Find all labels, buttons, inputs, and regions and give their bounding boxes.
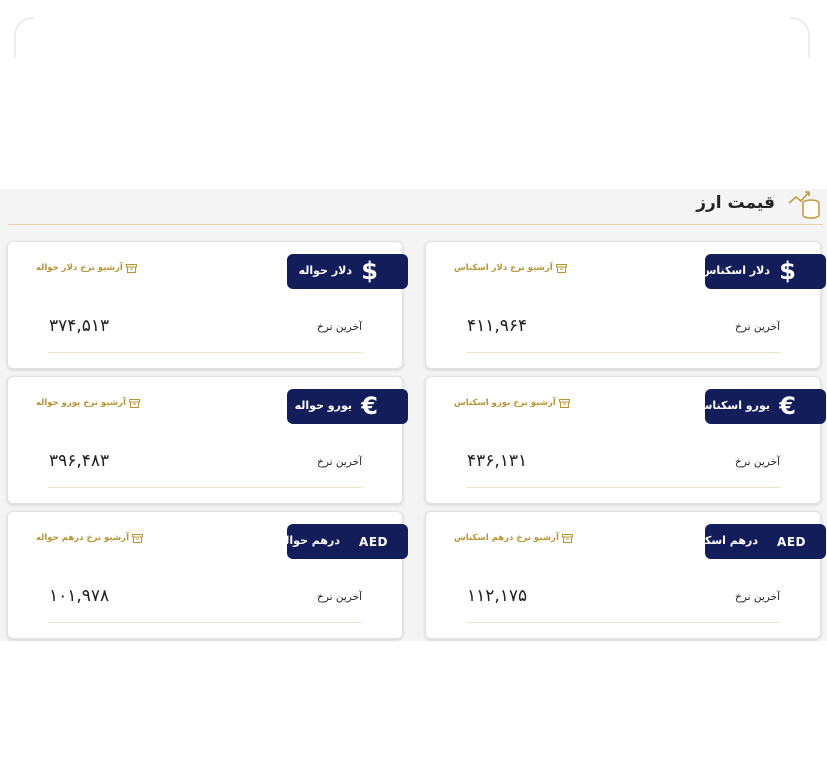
card-dirham-cash: AED درهم اسکناس آرشیو نرخ درهم اسکناس آخ… xyxy=(425,511,826,639)
archive-box-icon xyxy=(131,533,143,543)
price-value: ۴۳۶,۱۳۱ xyxy=(467,451,528,471)
divider xyxy=(48,622,362,623)
card-dollar-transfer: $ دلار حواله آرشیو نرخ دلار حواله آخرین … xyxy=(7,241,408,369)
last-rate-label: آخرین نرخ xyxy=(317,591,362,603)
last-rate-label: آخرین نرخ xyxy=(317,456,362,468)
divider xyxy=(48,487,362,488)
euro-icon: € xyxy=(779,392,796,420)
archive-link[interactable]: آرشیو نرخ یورو اسکناس xyxy=(454,398,570,408)
archive-link[interactable]: آرشیو نرخ یورو حواله xyxy=(36,398,140,408)
section-title: قیمت ارز xyxy=(696,193,775,213)
header-divider xyxy=(8,224,823,225)
price-value: ۱۰۱,۹۷۸ xyxy=(49,586,110,606)
archive-box-icon xyxy=(555,263,567,273)
last-rate-label: آخرین نرخ xyxy=(735,591,780,603)
divider xyxy=(466,622,780,623)
section-header: قیمت ارز xyxy=(0,189,827,224)
card-euro-cash: € یورو اسکناس آرشیو نرخ یورو اسکناس آخری… xyxy=(425,376,826,504)
top-card-frame xyxy=(14,17,810,57)
badge-euro-cash[interactable]: € یورو اسکناس xyxy=(697,389,826,424)
dollar-icon: $ xyxy=(361,257,378,285)
aed-icon: AED xyxy=(359,535,388,549)
card-dirham-transfer: AED درهم حواله آرشیو نرخ درهم حواله آخری… xyxy=(7,511,408,639)
divider xyxy=(466,352,780,353)
divider xyxy=(48,352,362,353)
archive-box-icon xyxy=(128,398,140,408)
badge-dirham-transfer[interactable]: AED درهم حواله xyxy=(279,524,408,559)
archive-label: آرشیو نرخ یورو حواله xyxy=(36,398,126,408)
badge-label: دلار اسکناس xyxy=(701,264,770,277)
price-value: ۳۹۶,۴۸۳ xyxy=(49,451,110,471)
euro-icon: € xyxy=(361,392,378,420)
archive-label: آرشیو نرخ درهم اسکناس xyxy=(454,533,559,543)
badge-dirham-cash[interactable]: AED درهم اسکناس xyxy=(681,524,826,559)
badge-label: دلار حواله xyxy=(298,264,352,277)
archive-label: آرشیو نرخ دلار حواله xyxy=(36,263,123,273)
divider xyxy=(466,487,780,488)
archive-label: آرشیو نرخ یورو اسکناس xyxy=(454,398,556,408)
badge-dollar-transfer[interactable]: $ دلار حواله xyxy=(287,254,408,289)
archive-box-icon xyxy=(561,533,573,543)
dollar-icon: $ xyxy=(779,257,796,285)
badge-euro-transfer[interactable]: € یورو حواله xyxy=(287,389,408,424)
card-dollar-cash: $ دلار اسکناس آرشیو نرخ دلار اسکناس آخری… xyxy=(425,241,826,369)
badge-dollar-cash[interactable]: $ دلار اسکناس xyxy=(701,254,826,289)
badge-label: یورو حواله xyxy=(294,399,352,412)
last-rate-label: آخرین نرخ xyxy=(735,456,780,468)
last-rate-label: آخرین نرخ xyxy=(735,321,780,333)
badge-label: درهم حواله xyxy=(278,534,340,547)
coins-chart-icon xyxy=(788,191,820,219)
archive-label: آرشیو نرخ درهم حواله xyxy=(36,533,129,543)
badge-label: یورو اسکناس xyxy=(697,399,770,412)
archive-link[interactable]: آرشیو نرخ دلار اسکناس xyxy=(454,263,567,273)
badge-label: درهم اسکناس xyxy=(681,534,758,547)
price-value: ۱۱۲,۱۷۵ xyxy=(467,586,528,606)
archive-link[interactable]: آرشیو نرخ درهم اسکناس xyxy=(454,533,573,543)
archive-box-icon xyxy=(125,263,137,273)
archive-label: آرشیو نرخ دلار اسکناس xyxy=(454,263,553,273)
archive-link[interactable]: آرشیو نرخ درهم حواله xyxy=(36,533,143,543)
archive-link[interactable]: آرشیو نرخ دلار حواله xyxy=(36,263,137,273)
aed-icon: AED xyxy=(777,535,806,549)
archive-box-icon xyxy=(558,398,570,408)
last-rate-label: آخرین نرخ xyxy=(317,321,362,333)
price-value: ۳۷۴,۵۱۳ xyxy=(49,316,110,336)
price-value: ۴۱۱,۹۶۴ xyxy=(467,316,528,336)
card-euro-transfer: € یورو حواله آرشیو نرخ یورو حواله آخرین … xyxy=(7,376,408,504)
currency-price-panel: قیمت ارز $ دلار اسکناس آرشیو نرخ دلار اس… xyxy=(0,189,827,641)
